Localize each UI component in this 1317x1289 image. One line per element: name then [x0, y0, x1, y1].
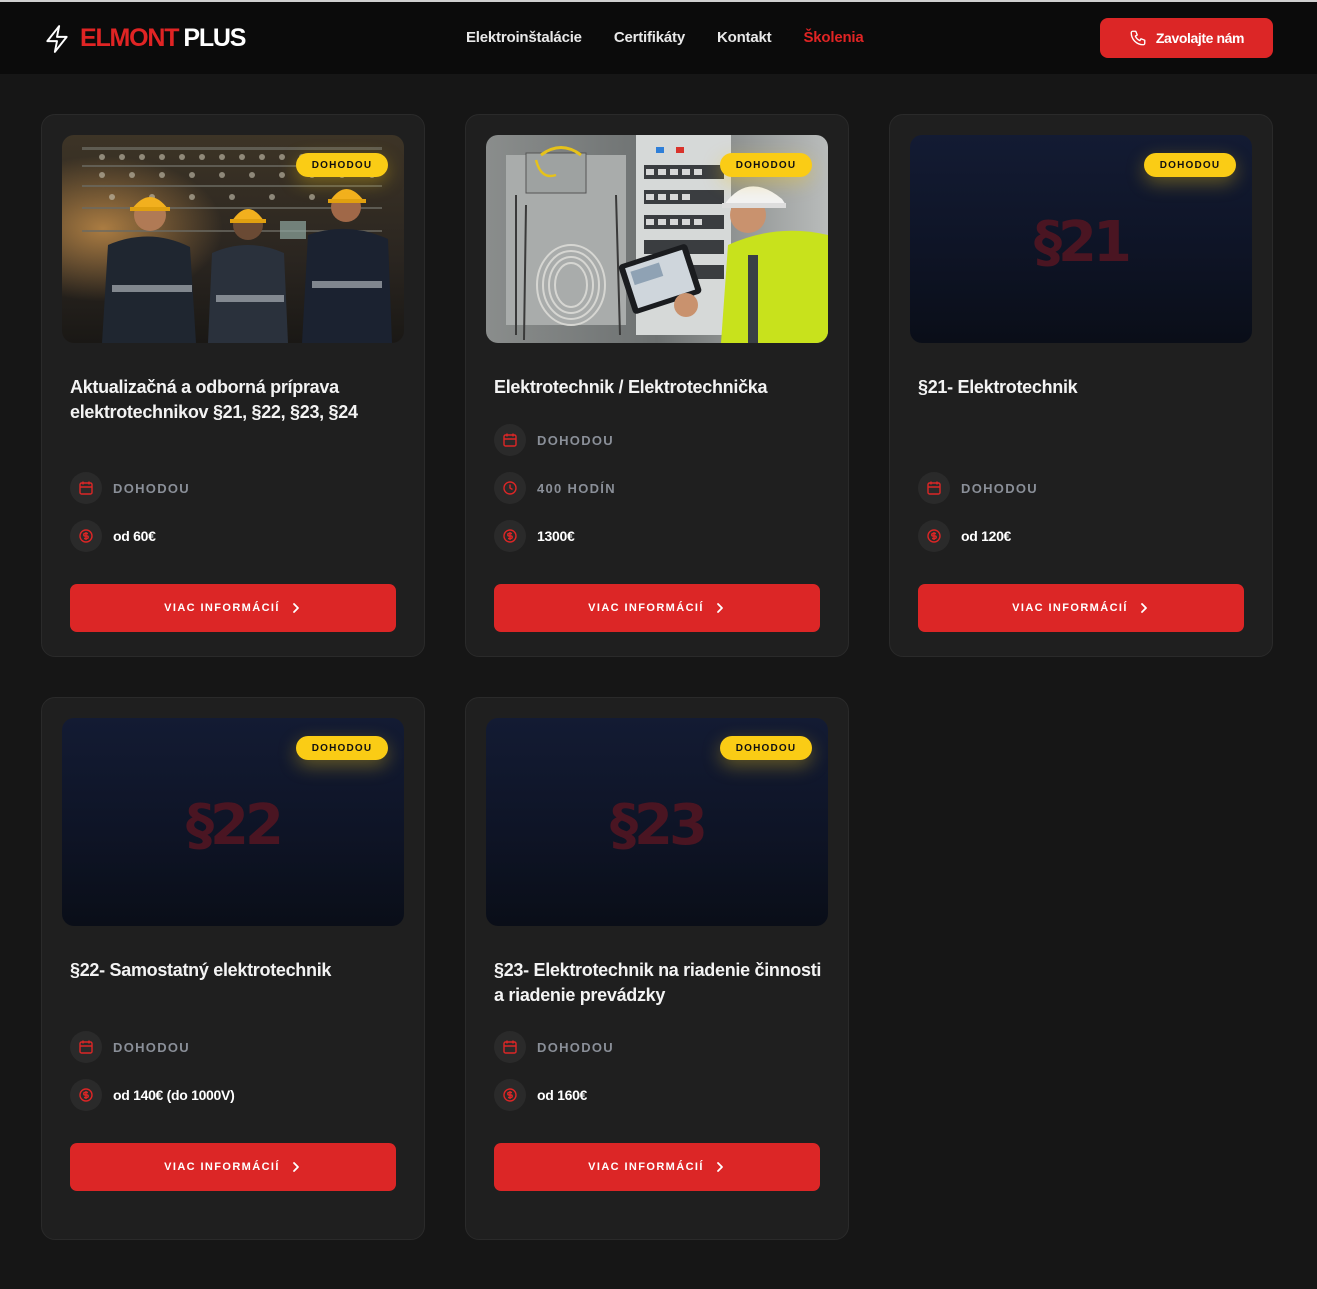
date-row: DOHODOU	[70, 1031, 190, 1063]
chevron-right-icon	[292, 1162, 299, 1172]
date-badge: DOHODOU	[720, 153, 812, 177]
coin-icon	[70, 520, 102, 552]
logo-text-red: ELMONT	[80, 24, 180, 52]
more-info-button[interactable]: VIAC INFORMÁCIÍ	[494, 1143, 820, 1191]
date-badge: DOHODOU	[296, 153, 388, 177]
date-row: DOHODOU	[494, 1031, 614, 1063]
logo-text: ELMONT PLUS	[80, 24, 246, 53]
nav-item-kontakt[interactable]: Kontakt	[717, 29, 772, 46]
site-header: ELMONT PLUS Elektroinštalácie Certifikáty…	[0, 2, 1317, 74]
logo-text-white: PLUS	[183, 24, 246, 52]
price-row: 1300€	[494, 520, 575, 552]
coin-icon	[70, 1079, 102, 1111]
call-button-label: Zavolajte nám	[1155, 30, 1245, 46]
more-info-button[interactable]: VIAC INFORMÁCIÍ	[70, 1143, 396, 1191]
price-text: od 140€ (do 1000V)	[113, 1087, 235, 1103]
date-badge: DOHODOU	[720, 736, 812, 760]
chevron-right-icon	[1140, 603, 1147, 613]
calendar-icon	[494, 424, 526, 456]
course-title[interactable]: Aktualizačná a odborná príprava elektrot…	[70, 375, 400, 425]
more-info-label: VIAC INFORMÁCIÍ	[1012, 602, 1128, 614]
price-row: od 140€ (do 1000V)	[70, 1079, 235, 1111]
course-image-placeholder: §23 DOHODOU	[486, 718, 828, 926]
course-card: §21 DOHODOU §21- Elektrotechnik DOHODOU …	[889, 114, 1273, 657]
bolt-icon	[46, 24, 68, 53]
price-row: od 60€	[70, 520, 156, 552]
course-card: §22 DOHODOU §22- Samostatný elektrotechn…	[41, 697, 425, 1240]
call-button[interactable]: Zavolajte nám	[1100, 18, 1273, 58]
price-text: 1300€	[537, 528, 575, 544]
course-image-placeholder: §22 DOHODOU	[62, 718, 404, 926]
nav-item-elektroinstalacie[interactable]: Elektroinštalácie	[466, 29, 582, 46]
course-title[interactable]: §22- Samostatný elektrotechnik	[70, 958, 400, 983]
nav-item-skolenia[interactable]: Školenia	[803, 29, 863, 46]
course-image-placeholder: §21 DOHODOU	[910, 135, 1252, 343]
calendar-icon	[70, 1031, 102, 1063]
date-row: DOHODOU	[494, 424, 614, 456]
main-nav: Elektroinštalácie Certifikáty Kontakt Šk…	[466, 29, 896, 46]
more-info-label: VIAC INFORMÁCIÍ	[164, 602, 280, 614]
date-row: DOHODOU	[918, 472, 1038, 504]
calendar-icon	[70, 472, 102, 504]
course-card: §23 DOHODOU §23- Elektrotechnik na riade…	[465, 697, 849, 1240]
calendar-icon	[918, 472, 950, 504]
date-row: DOHODOU	[70, 472, 190, 504]
nav-item-certifikaty[interactable]: Certifikáty	[614, 29, 685, 46]
date-text: DOHODOU	[113, 480, 190, 496]
date-text: DOHODOU	[537, 432, 614, 448]
price-row: od 120€	[918, 520, 1011, 552]
chevron-right-icon	[716, 603, 723, 613]
course-image: DOHODOU	[486, 135, 828, 343]
date-badge: DOHODOU	[296, 736, 388, 760]
clock-icon	[494, 472, 526, 504]
price-text: od 160€	[537, 1087, 588, 1103]
course-title[interactable]: §21- Elektrotechnik	[918, 375, 1248, 400]
course-card: DOHODOU Aktualizačná a odborná príprava …	[41, 114, 425, 657]
logo[interactable]: ELMONT PLUS	[44, 24, 246, 53]
course-title[interactable]: §23- Elektrotechnik na riadenie činnosti…	[494, 958, 824, 1008]
more-info-button[interactable]: VIAC INFORMÁCIÍ	[918, 584, 1244, 632]
date-text: DOHODOU	[113, 1039, 190, 1055]
course-card: DOHODOU Elektrotechnik / Elektrotechničk…	[465, 114, 849, 657]
phone-icon	[1130, 30, 1146, 46]
course-title[interactable]: Elektrotechnik / Elektrotechnička	[494, 375, 824, 400]
price-row: od 160€	[494, 1079, 587, 1111]
date-text: DOHODOU	[961, 480, 1038, 496]
more-info-button[interactable]: VIAC INFORMÁCIÍ	[494, 584, 820, 632]
duration-text: 400 HODÍN	[537, 480, 616, 496]
calendar-icon	[494, 1031, 526, 1063]
more-info-label: VIAC INFORMÁCIÍ	[588, 1161, 704, 1173]
chevron-right-icon	[292, 603, 299, 613]
price-text: od 60€	[113, 528, 156, 544]
course-image: DOHODOU	[62, 135, 404, 343]
more-info-label: VIAC INFORMÁCIÍ	[164, 1161, 280, 1173]
date-text: DOHODOU	[537, 1039, 614, 1055]
price-text: od 120€	[961, 528, 1012, 544]
chevron-right-icon	[716, 1162, 723, 1172]
duration-row: 400 HODÍN	[494, 472, 616, 504]
date-badge: DOHODOU	[1144, 153, 1236, 177]
coin-icon	[918, 520, 950, 552]
more-info-button[interactable]: VIAC INFORMÁCIÍ	[70, 584, 396, 632]
coin-icon	[494, 1079, 526, 1111]
coin-icon	[494, 520, 526, 552]
more-info-label: VIAC INFORMÁCIÍ	[588, 602, 704, 614]
